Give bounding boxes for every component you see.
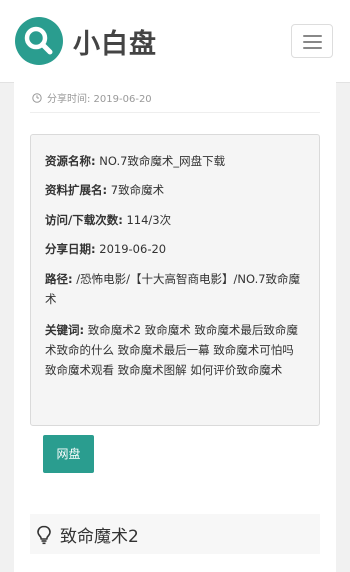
netdisk-button[interactable]: 网盘 [43, 435, 94, 473]
info-path: 路径: /恐怖电影/【十大高智商电影】/NO.7致命魔术 [45, 269, 307, 309]
info-label: 关键词: [45, 323, 85, 337]
info-keywords: 关键词: 致命魔术2 致命魔术 致命魔术最后致命魔术致命的什么 致命魔术最后一幕… [45, 320, 307, 380]
info-share-date: 分享日期: 2019-06-20 [45, 239, 307, 259]
info-extension: 资料扩展名: 7致命魔术 [45, 180, 307, 200]
info-value: 2019-06-20 [99, 242, 167, 256]
hamburger-icon[interactable] [291, 24, 333, 58]
info-value: NO.7致命魔术_网盘下载 [99, 154, 226, 168]
info-resource-name: 资源名称: NO.7致命魔术_网盘下载 [45, 151, 307, 171]
share-time-text: 分享时间: 2019-06-20 [47, 94, 152, 105]
info-label: 资源名称: [45, 154, 96, 168]
related-item[interactable]: 致命魔术2 [30, 514, 320, 554]
info-label: 资料扩展名: [45, 183, 108, 197]
search-icon[interactable] [15, 17, 63, 65]
info-value: /恐怖电影/【十大高智商电影】/NO.7致命魔术 [45, 272, 301, 306]
related-title[interactable]: 致命魔术2 [60, 522, 139, 547]
info-label: 路径: [45, 272, 73, 286]
article-card: 分享时间: 2019-06-20 资源名称: NO.7致命魔术_网盘下载 资料扩… [14, 82, 336, 572]
share-time: 分享时间: 2019-06-20 [32, 90, 152, 105]
clock-icon [32, 92, 42, 103]
site-logo-text[interactable]: 小白盘 [73, 22, 157, 61]
info-value: 114/3次 [126, 213, 172, 227]
info-visits: 访问/下载次数: 114/3次 [45, 210, 307, 230]
info-value: 7致命魔术 [110, 183, 165, 197]
lightbulb-icon [37, 525, 51, 545]
resource-info-box: 资源名称: NO.7致命魔术_网盘下载 资料扩展名: 7致命魔术 访问/下载次数… [30, 134, 320, 426]
info-label: 访问/下载次数: [45, 213, 123, 227]
site-header: 小白盘 [0, 0, 350, 83]
info-label: 分享日期: [45, 242, 96, 256]
divider [30, 112, 320, 113]
